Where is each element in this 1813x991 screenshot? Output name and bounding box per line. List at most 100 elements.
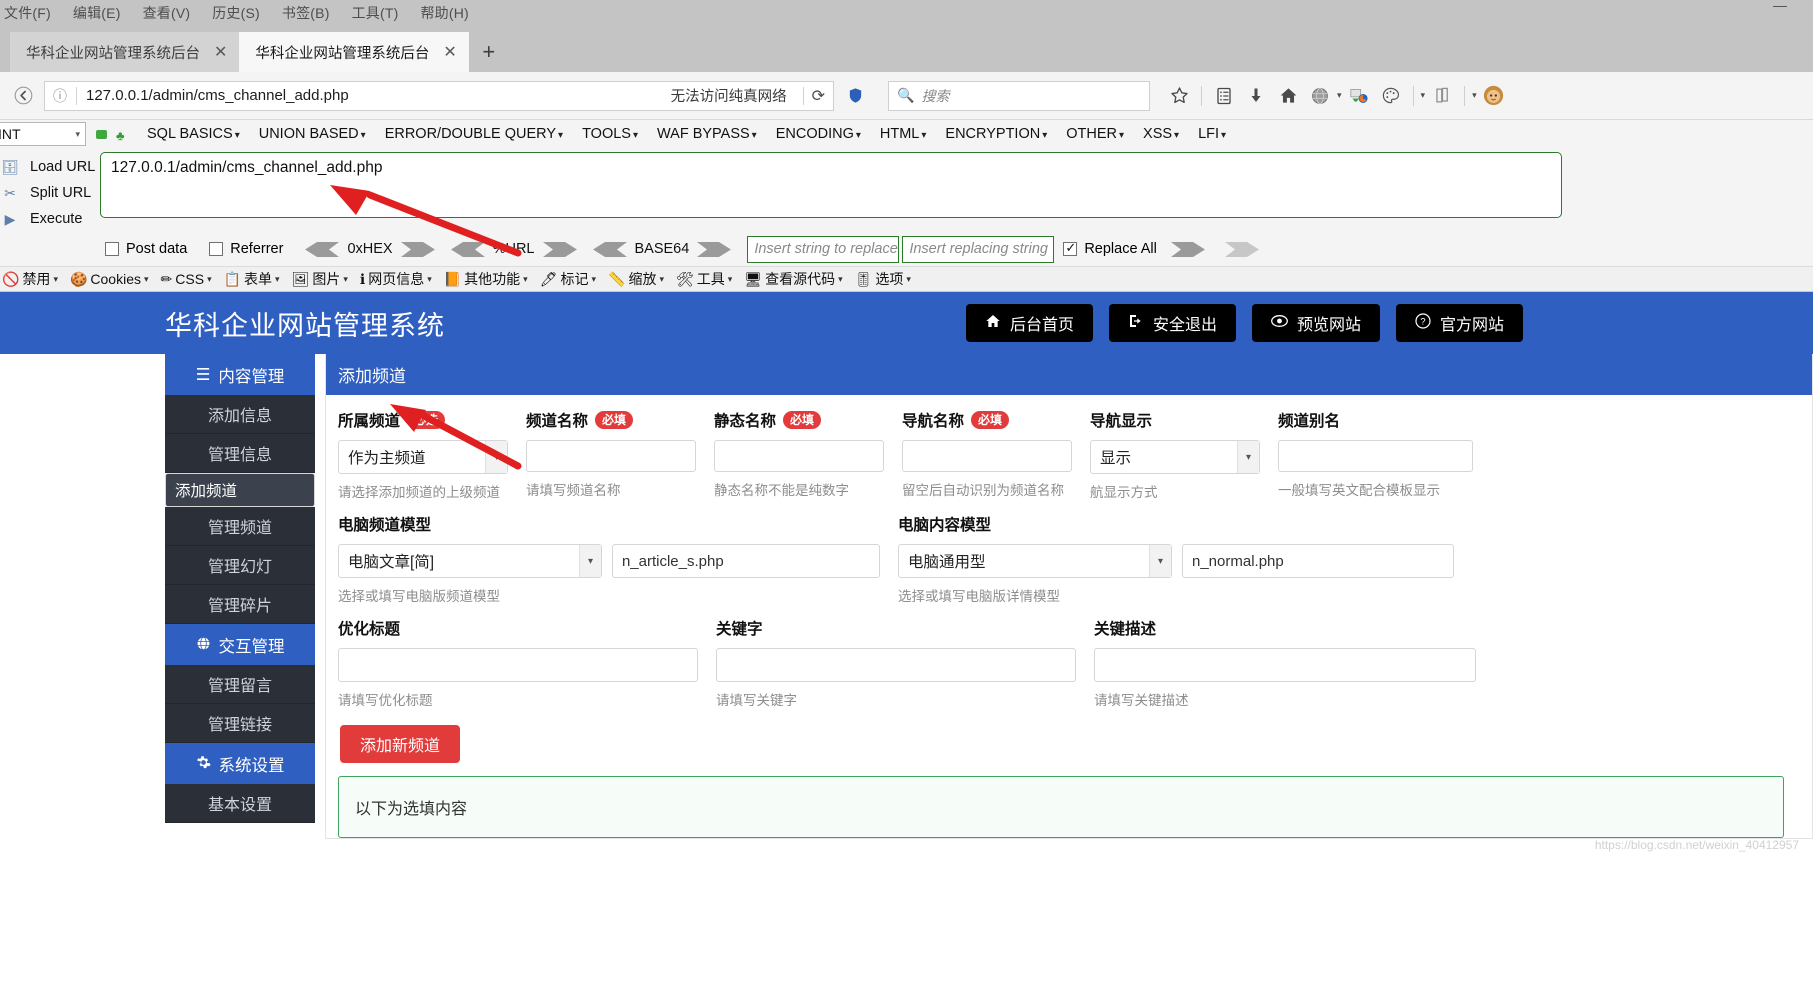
split-url-button[interactable]: ✂ Split URL <box>0 180 100 206</box>
pocket-icon[interactable] <box>1427 81 1457 111</box>
sidebar-item-manage-channel[interactable]: 管理频道 <box>165 507 315 546</box>
sidebar-item-add-channel[interactable]: 添加频道 <box>165 473 315 507</box>
webdev-tools[interactable]: 🛠工具▾ <box>676 269 732 289</box>
header-button-official[interactable]: ? 官方网站 <box>1396 304 1523 342</box>
encode-arrow-icon[interactable] <box>543 242 577 257</box>
replace-all-checkbox[interactable]: Replace All <box>1063 241 1157 257</box>
sidebar-item-manage-messages[interactable]: 管理留言 <box>165 665 315 704</box>
hackbar-menu-sql-basics[interactable]: SQL BASICS▾ <box>147 126 240 142</box>
nav-display-select[interactable]: 显示 ▾ <box>1090 440 1260 474</box>
download-icon[interactable] <box>1241 81 1271 111</box>
firebug-icon[interactable] <box>1344 81 1374 111</box>
hackbar-menu-tools[interactable]: TOOLS▾ <box>582 126 638 142</box>
menu-edit[interactable]: 编辑(E) <box>73 3 121 23</box>
hackbar-menu-encoding[interactable]: ENCODING▾ <box>776 126 861 142</box>
sidebar-item-manage-links[interactable]: 管理链接 <box>165 704 315 743</box>
hackbar-menu-waf-bypass[interactable]: WAF BYPASS▾ <box>657 126 757 142</box>
header-button-home[interactable]: 后台首页 <box>966 304 1093 342</box>
hackbar-menu-html[interactable]: HTML▾ <box>880 126 927 142</box>
sidebar-item-manage-slides[interactable]: 管理幻灯 <box>165 546 315 585</box>
library-icon[interactable] <box>1209 81 1239 111</box>
static-name-input[interactable] <box>714 440 884 472</box>
channel-alias-input[interactable] <box>1278 440 1473 472</box>
decode-arrow-icon[interactable] <box>593 242 627 257</box>
menu-view[interactable]: 查看(V) <box>143 3 191 23</box>
webdev-misc[interactable]: 📙其他功能▾ <box>444 269 528 289</box>
sidebar-item-manage-info[interactable]: 管理信息 <box>165 434 315 473</box>
replace-apply-arrow-icon-2[interactable] <box>1225 242 1259 257</box>
menu-help[interactable]: 帮助(H) <box>420 3 468 23</box>
decode-arrow-icon[interactable] <box>305 242 339 257</box>
home-icon[interactable] <box>1273 81 1303 111</box>
pc-channel-model-select[interactable]: 电脑文章[简] ▾ <box>338 544 602 578</box>
browser-tab-1[interactable]: 华科企业网站管理系统后台 ✕ <box>10 32 239 72</box>
address-bar[interactable]: ⓘ 127.0.0.1/admin/cms_channel_add.php 无法… <box>44 81 834 111</box>
chevron-down-icon-2[interactable]: ▾ <box>1421 90 1426 101</box>
sidebar-group-settings[interactable]: 系统设置 <box>165 743 315 784</box>
chevron-down-icon-3[interactable]: ▾ <box>1472 90 1477 101</box>
hackbar-menu-union-based[interactable]: UNION BASED▾ <box>259 126 366 142</box>
pc-content-model-select[interactable]: 电脑通用型 ▾ <box>898 544 1172 578</box>
webdev-options[interactable]: 🎚选项▾ <box>855 269 911 289</box>
webdev-resize[interactable]: 📏缩放▾ <box>608 269 664 289</box>
load-url-button[interactable]: 🗄 Load URL <box>0 154 100 180</box>
webdev-pageinfo[interactable]: ℹ网页信息▾ <box>360 269 432 289</box>
webdev-cookies[interactable]: 🍪Cookies▾ <box>70 271 149 288</box>
description-input[interactable] <box>1094 648 1476 682</box>
hackbar-type-select[interactable]: INT ▾ <box>0 122 86 146</box>
decode-arrow-icon[interactable] <box>451 242 485 257</box>
reload-icon[interactable]: ⟳ <box>812 86 825 106</box>
seo-title-input[interactable] <box>338 648 698 682</box>
menu-history[interactable]: 历史(S) <box>212 3 260 23</box>
replace-to-input[interactable]: Insert replacing string <box>902 236 1054 263</box>
palette-icon[interactable] <box>1376 81 1406 111</box>
submit-button[interactable]: 添加新频道 <box>340 725 460 763</box>
menu-tools[interactable]: 工具(T) <box>352 3 399 23</box>
chevron-down-icon[interactable]: ▾ <box>1337 90 1342 101</box>
plug-icon[interactable]: ♣ <box>116 128 128 141</box>
encode-arrow-icon[interactable] <box>697 242 731 257</box>
encode-arrow-icon[interactable] <box>401 242 435 257</box>
sidebar-item-add-info[interactable]: 添加信息 <box>165 395 315 434</box>
sidebar-group-interaction[interactable]: 交互管理 <box>165 624 315 665</box>
channel-name-input[interactable] <box>526 440 696 472</box>
hackbar-menu-error-double-query[interactable]: ERROR/DOUBLE QUERY▾ <box>385 126 563 142</box>
execute-button[interactable]: ▶ Execute <box>0 206 100 232</box>
pc-channel-model-file-input[interactable]: n_article_s.php <box>612 544 880 578</box>
referrer-checkbox[interactable]: Referrer <box>209 241 283 257</box>
sidebar-item-manage-fragments[interactable]: 管理碎片 <box>165 585 315 624</box>
sidebar-item-basic-settings[interactable]: 基本设置 <box>165 784 315 823</box>
star-icon[interactable] <box>1164 81 1194 111</box>
webdev-css[interactable]: ✏CSS▾ <box>161 271 212 288</box>
parent-channel-select[interactable]: 作为主频道 ▾ <box>338 440 508 474</box>
close-icon[interactable]: ✕ <box>443 42 456 62</box>
menu-bookmarks[interactable]: 书签(B) <box>282 3 330 23</box>
menu-file[interactable]: 文件(F) <box>4 3 51 23</box>
webdev-disable[interactable]: 🚫禁用▾ <box>2 269 58 289</box>
hackbar-menu-lfi[interactable]: LFI▾ <box>1198 126 1226 142</box>
globe-icon[interactable] <box>1305 81 1335 111</box>
nav-name-input[interactable] <box>902 440 1072 472</box>
replace-from-input[interactable]: Insert string to replace <box>747 236 899 263</box>
avatar-icon[interactable] <box>1479 81 1509 111</box>
new-tab-button[interactable]: + <box>469 32 509 72</box>
shield-icon[interactable] <box>840 81 870 111</box>
hackbar-menu-xss[interactable]: XSS▾ <box>1143 126 1179 142</box>
replace-apply-arrow-icon[interactable] <box>1171 242 1205 257</box>
webdev-forms[interactable]: 📋表单▾ <box>224 269 280 289</box>
post-data-checkbox[interactable]: Post data <box>105 241 187 257</box>
webdev-viewsource[interactable]: 🖥查看源代码▾ <box>744 269 842 289</box>
hackbar-url-textarea[interactable]: 127.0.0.1/admin/cms_channel_add.php <box>100 152 1562 218</box>
hackbar-menu-encryption[interactable]: ENCRYPTION▾ <box>945 126 1047 142</box>
minimize-button[interactable] <box>1773 6 1787 7</box>
close-icon[interactable]: ✕ <box>214 42 227 62</box>
sidebar-group-content[interactable]: ☰ 内容管理 <box>165 354 315 395</box>
search-input[interactable]: 🔍 搜索 <box>888 81 1150 111</box>
header-button-preview[interactable]: 预览网站 <box>1252 304 1380 342</box>
hackbar-menu-other[interactable]: OTHER▾ <box>1066 126 1124 142</box>
back-icon[interactable] <box>8 81 38 111</box>
keywords-input[interactable] <box>716 648 1076 682</box>
webdev-images[interactable]: 🖼图片▾ <box>292 269 348 289</box>
info-icon[interactable]: ⓘ <box>53 86 67 106</box>
header-button-logout[interactable]: 安全退出 <box>1109 304 1236 342</box>
